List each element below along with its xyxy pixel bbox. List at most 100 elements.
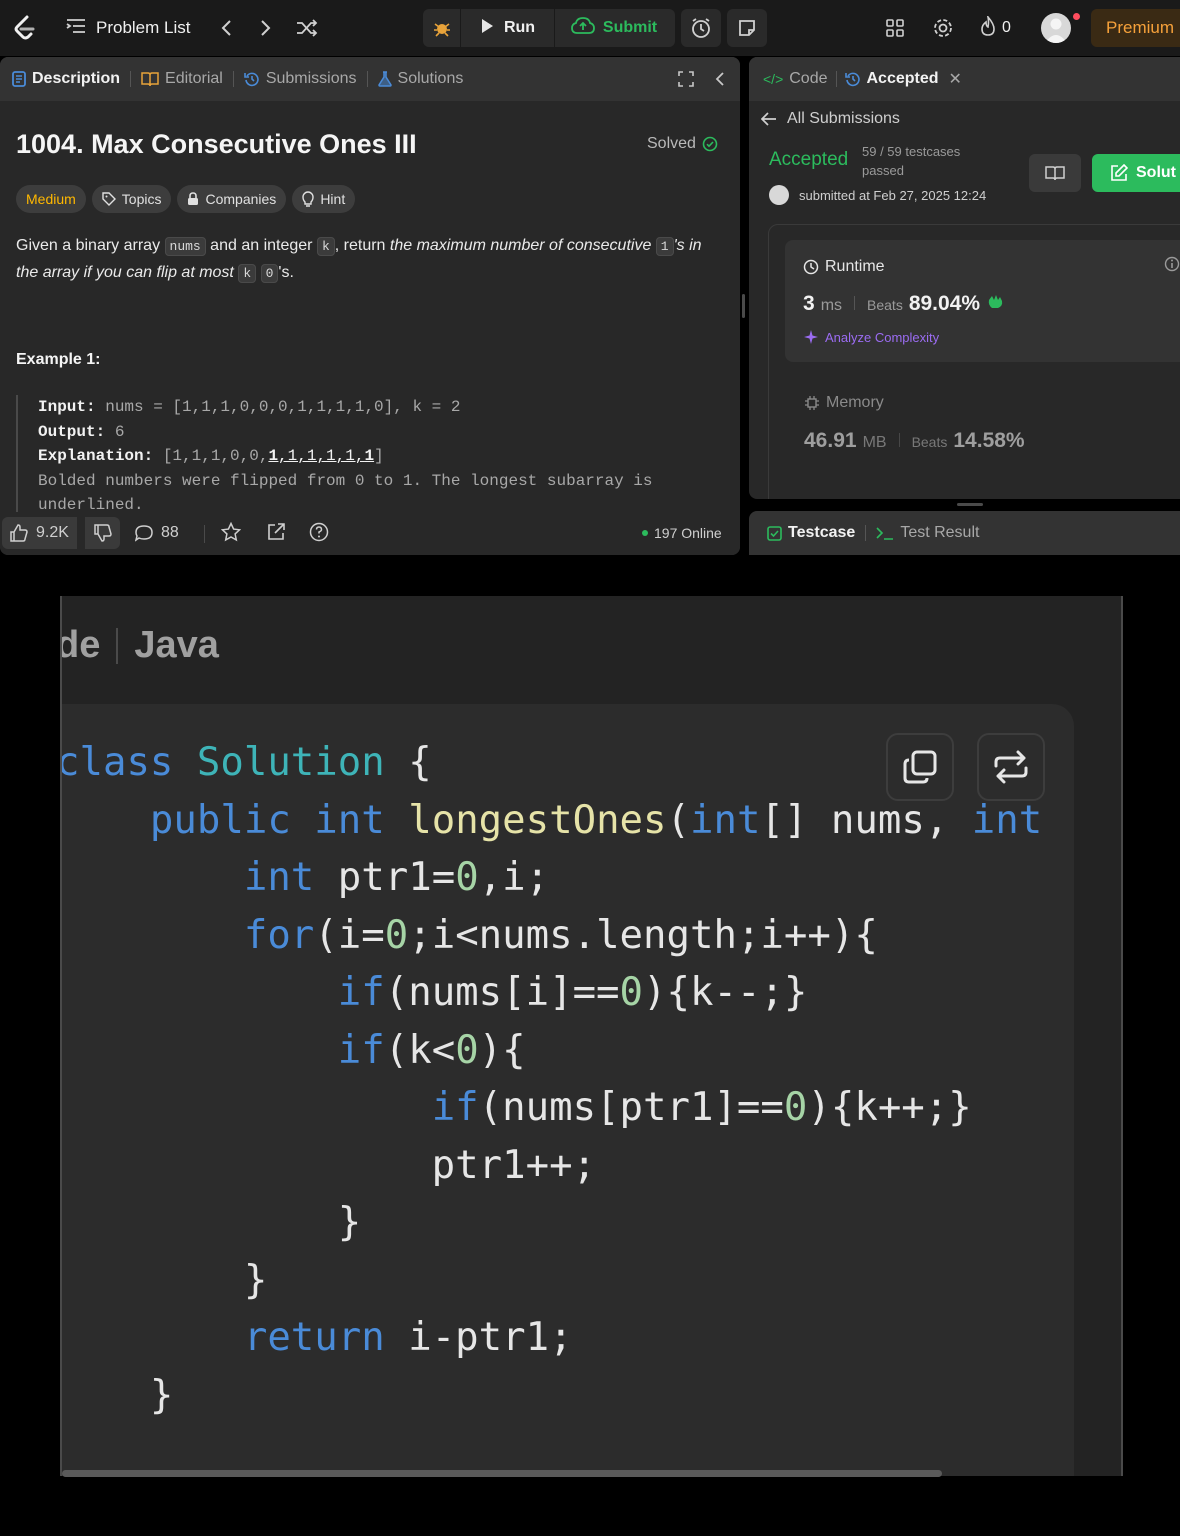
avatar[interactable] (1041, 13, 1071, 43)
comments-button[interactable]: 88 (135, 517, 179, 549)
copy-button[interactable] (886, 733, 954, 801)
leetcode-logo-icon[interactable] (8, 12, 40, 44)
tab-solutions[interactable]: Solutions (377, 57, 463, 101)
panel-resize-handle[interactable] (742, 294, 745, 318)
vertical-resize-handle[interactable] (957, 503, 983, 506)
tab-submissions-label: Submissions (265, 70, 357, 87)
run-button[interactable]: Run (461, 9, 555, 47)
tab-editorial[interactable]: Editorial (141, 57, 223, 101)
layout-icon[interactable] (882, 14, 908, 42)
online-label: 197 Online (654, 525, 722, 541)
next-problem-icon[interactable] (254, 14, 278, 42)
input-value: nums = [1,1,1,0,0,0,1,1,1,1,0], k = 2 (95, 398, 461, 416)
flask-icon (377, 71, 392, 87)
companies-chip[interactable]: Companies (177, 185, 287, 213)
example-title: Example 1: (16, 351, 101, 368)
runtime-heading: Runtime (803, 258, 885, 276)
hint-chip[interactable]: Hint (292, 185, 356, 213)
like-button[interactable]: 9.2K (2, 517, 77, 549)
run-label: Run (503, 19, 536, 36)
tab-divider (130, 71, 132, 87)
analyze-complexity-link[interactable]: Analyze Complexity (803, 329, 939, 345)
flame-icon (980, 13, 996, 41)
solution-button[interactable]: Solut (1092, 154, 1180, 192)
notification-dot (1073, 13, 1080, 20)
swap-arrows-icon (994, 750, 1028, 784)
info-icon[interactable] (1164, 256, 1180, 277)
inline-code: k (238, 264, 257, 283)
problem-title: 1004. Max Consecutive Ones III (16, 129, 417, 159)
problem-tags: Medium Topics Companies Hint (16, 185, 356, 213)
debug-icon[interactable] (423, 9, 461, 47)
tab-accepted[interactable]: Accepted ✕ (844, 57, 962, 101)
code-line: if(nums[ptr1]==0){k++;} (431, 1085, 972, 1130)
runtime-beats-label: Beats (867, 297, 903, 313)
alarm-clock-icon (692, 18, 710, 38)
premium-button[interactable]: Premium (1091, 9, 1180, 47)
problem-description: Given a binary array nums and an integer… (16, 233, 716, 287)
submission-panel: </> Code Accepted ✕ All Submissions Acce… (749, 57, 1180, 499)
runtime-beats-value: 89.04% (908, 292, 981, 315)
desc-italic: 's. (278, 264, 294, 281)
tab-test-result[interactable]: Test Result (876, 511, 979, 555)
output-label: Output: (38, 422, 106, 441)
tab-divider (366, 71, 368, 87)
editorial-button[interactable] (1029, 154, 1081, 192)
history-icon (244, 72, 259, 87)
notes-button[interactable] (727, 9, 767, 47)
memory-value: 46.91 MB Beats 14.58% (804, 429, 1025, 453)
horizontal-scrollbar[interactable] (62, 1470, 942, 1477)
submit-button[interactable]: Submit (555, 9, 673, 47)
topics-chip[interactable]: Topics (91, 185, 172, 213)
cloud-upload-icon (570, 16, 595, 40)
lightbulb-icon (302, 191, 315, 207)
input-label: Input: (38, 398, 96, 416)
checkbox-icon (767, 525, 782, 541)
favorite-star-icon[interactable] (221, 522, 241, 542)
tab-submissions[interactable]: Submissions (244, 57, 357, 101)
premium-label: Premium (1106, 18, 1175, 37)
tab-code-label: Code (789, 70, 828, 87)
help-icon[interactable] (309, 522, 329, 542)
online-count: 197 Online (642, 525, 722, 541)
check-circle-icon (702, 136, 718, 152)
previous-problem-icon[interactable] (214, 14, 238, 42)
online-dot (642, 530, 648, 536)
code-line: } (60, 1257, 268, 1303)
runtime-label: Runtime (825, 258, 885, 275)
edit-icon (1111, 164, 1128, 181)
tab-divider (232, 71, 234, 87)
close-tab-icon[interactable]: ✕ (949, 69, 962, 89)
run-submit-group: Run Submit (423, 9, 675, 47)
problem-list-button[interactable]: Problem List (66, 14, 190, 42)
streak-counter[interactable]: 0 (980, 13, 1011, 42)
top-navigation-bar: Problem List Run Submit 0 Premium (0, 0, 1180, 56)
description-tabs: Description Editorial Submissions Soluti… (0, 57, 740, 101)
all-submissions-link[interactable]: All Submissions (761, 110, 900, 128)
tab-description[interactable]: Description (12, 57, 120, 101)
code-brackets-icon: </> (763, 71, 784, 87)
code-line: if(nums[i]==0){k--;} (337, 970, 808, 1015)
submission-status: Accepted (769, 149, 849, 170)
memory-heading[interactable]: Memory (804, 394, 884, 412)
explanation-note: Bolded numbers were flipped from 0 to 1.… (38, 471, 653, 490)
avatar (769, 185, 789, 205)
format-swap-button[interactable] (977, 733, 1045, 801)
difficulty-badge: Medium (16, 185, 86, 213)
shuffle-icon[interactable] (294, 14, 320, 42)
timer-button[interactable] (681, 9, 721, 47)
dislike-button[interactable] (85, 517, 120, 549)
settings-gear-icon[interactable] (930, 14, 956, 42)
history-icon (844, 72, 860, 87)
example-block: Input: nums = [1,1,1,0,0,0,1,1,1,1,0], k… (16, 395, 716, 514)
runtime-card[interactable]: Runtime 3 ms Beats 89.04% Analyze Comple… (785, 240, 1180, 362)
arrow-left-icon (761, 112, 776, 126)
collapse-panel-icon[interactable] (710, 69, 730, 89)
maximize-icon[interactable] (676, 69, 696, 89)
share-icon[interactable] (266, 522, 286, 542)
value-divider (854, 296, 856, 310)
testcases-passed: 59 / 59 testcases passed (862, 144, 961, 178)
tab-code[interactable]: </> Code (763, 57, 828, 101)
runtime-unit: ms (820, 297, 843, 314)
tab-testcase[interactable]: Testcase (767, 511, 855, 555)
